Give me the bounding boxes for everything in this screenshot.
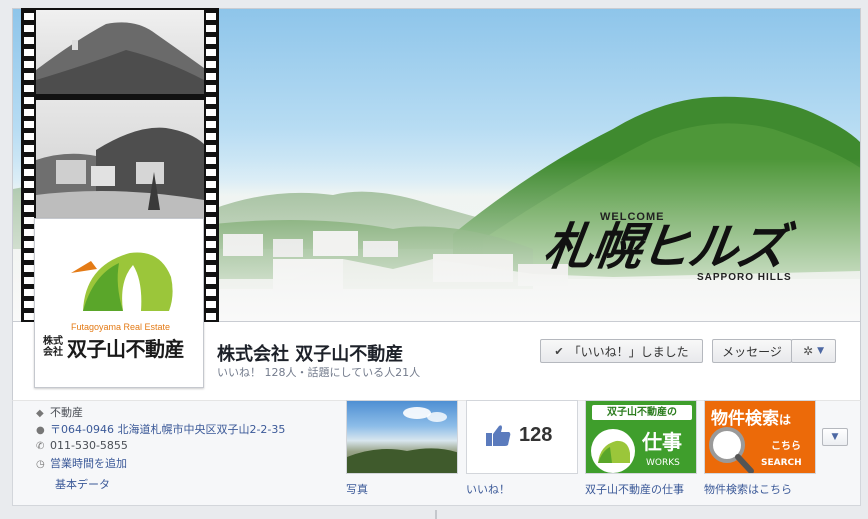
add-hours-link[interactable]: 営業時間を追加 xyxy=(50,457,127,470)
photo-thumbnail xyxy=(347,407,457,473)
likes-count: 128 xyxy=(519,423,553,446)
works-logo-icon xyxy=(591,429,635,473)
photos-label[interactable]: 写真 xyxy=(346,481,368,497)
likes-label[interactable]: いいね！ xyxy=(466,481,510,497)
basic-data-link[interactable]: 基本データ xyxy=(55,476,110,492)
phone-text: 011-530-5855 xyxy=(50,439,128,452)
settings-dropdown-button[interactable]: ✲ ▼ xyxy=(791,339,836,363)
message-button-label: メッセージ xyxy=(722,344,782,359)
profile-picture[interactable]: Futagoyama Real Estate 株式会社 双子山不動産 xyxy=(34,218,204,388)
logo-company-name: 双子山不動産 xyxy=(67,337,185,361)
tag-icon: ◆ xyxy=(36,408,44,419)
expand-apps-button[interactable]: ▼ xyxy=(822,428,848,446)
works-tile[interactable]: 双子山不動産の 仕事 WORKS xyxy=(585,400,697,474)
search-kochira: こちら xyxy=(771,441,801,452)
clock-icon: ◷ xyxy=(36,459,45,470)
works-english: WORKS xyxy=(646,458,680,468)
film-holes-left xyxy=(24,8,34,322)
hours-row[interactable]: ◷ 営業時間を追加 xyxy=(36,455,127,471)
liked-button[interactable]: ✔ 「いいね！」しました xyxy=(540,339,703,363)
tent-logo-icon xyxy=(71,252,173,311)
welcome-text: WELCOME xyxy=(600,211,665,223)
logo-kaisha: 株式会社 xyxy=(43,336,63,358)
sapporo-hills-title: 札幌ヒルズ xyxy=(540,217,789,276)
category-text: 不動産 xyxy=(50,406,83,419)
works-top-text: 双子山不動産の xyxy=(592,405,692,420)
gear-icon: ✲ xyxy=(803,344,814,358)
film-holes-right xyxy=(206,8,216,322)
address-text[interactable]: 〒064-0946 北海道札幌市中央区双子山2-2-35 xyxy=(50,423,285,436)
phone-row: ✆ 011-530-5855 xyxy=(36,439,128,455)
search-english: SEARCH xyxy=(761,458,802,468)
category-row: ◆ 不動産 xyxy=(36,404,83,420)
magnifier-icon xyxy=(709,427,754,473)
logo-english-name: Futagoyama Real Estate xyxy=(71,322,171,332)
map-pin-icon: ● xyxy=(36,425,45,436)
phone-icon: ✆ xyxy=(36,441,45,452)
caret-down-icon: ▼ xyxy=(831,432,839,442)
page-title[interactable]: 株式会社 双子山不動産 xyxy=(217,340,403,366)
liked-button-label: 「いいね！」しました xyxy=(568,344,689,359)
message-button[interactable]: メッセージ xyxy=(712,339,792,363)
page-stats: いいね！ 128人・話題にしている人21人 xyxy=(217,366,421,379)
likes-tile[interactable]: 128 xyxy=(466,400,578,474)
facebook-page: 札幌ヒルズ WELCOME SAPPORO HILLS Futagoyama R… xyxy=(0,0,868,519)
old-photo-mountain xyxy=(36,10,204,94)
caret-down-icon: ▼ xyxy=(817,346,824,356)
works-title: 仕事 xyxy=(642,430,682,454)
address-row[interactable]: ● 〒064-0946 北海道札幌市中央区双子山2-2-35 xyxy=(36,421,285,437)
property-search-tile[interactable]: 物件検索は こちら SEARCH xyxy=(704,400,816,474)
timeline-divider xyxy=(435,510,437,519)
old-photo-town xyxy=(36,100,204,218)
property-search-label[interactable]: 物件検索はこちら xyxy=(704,481,792,497)
sapporo-hills-subtitle: SAPPORO HILLS xyxy=(697,272,792,283)
photos-tile[interactable] xyxy=(346,400,458,474)
checkmark-icon: ✔ xyxy=(554,344,564,358)
works-label[interactable]: 双子山不動産の仕事 xyxy=(585,481,684,497)
thumbs-up-icon xyxy=(486,425,511,446)
